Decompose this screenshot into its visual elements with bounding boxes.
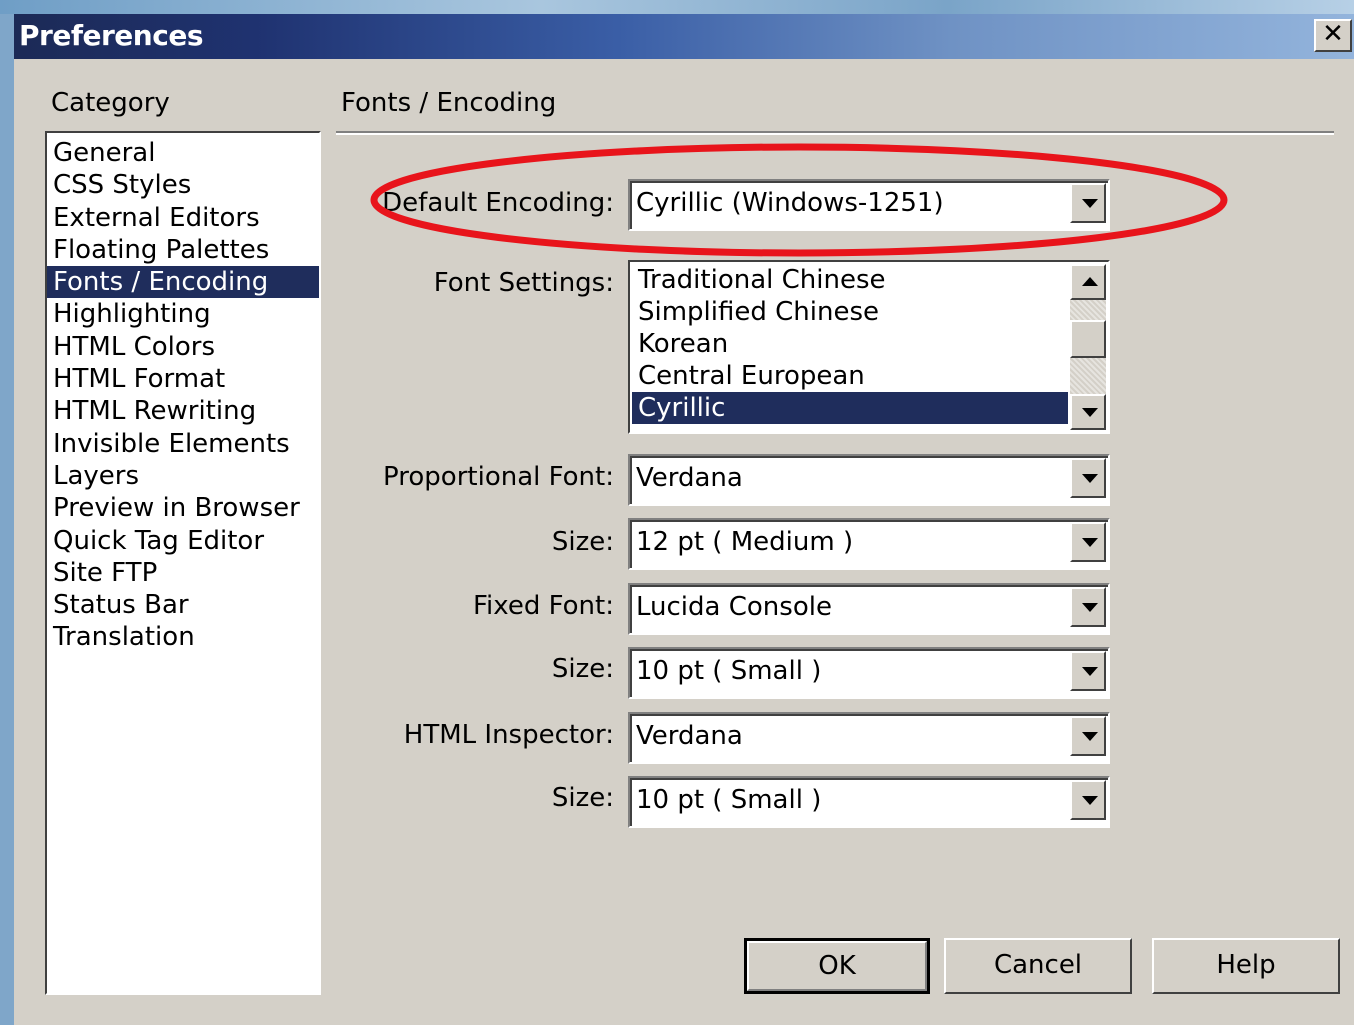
category-item-html-colors[interactable]: HTML Colors (47, 331, 319, 363)
category-item-translation[interactable]: Translation (47, 621, 319, 653)
chevron-down-icon (1082, 732, 1098, 741)
category-item-site-ftp[interactable]: Site FTP (47, 557, 319, 589)
ok-button-label: OK (747, 941, 927, 991)
fixed-font-dropdown-button[interactable] (1070, 587, 1106, 627)
chevron-down-icon (1082, 474, 1098, 483)
fixed-font-label: Fixed Font: (472, 591, 614, 621)
category-label: Category (51, 88, 170, 118)
font-settings-item-simplified-chinese[interactable]: Simplified Chinese (632, 296, 1068, 328)
font-settings-label: Font Settings: (433, 268, 614, 298)
font-settings-item-korean[interactable]: Korean (632, 328, 1068, 360)
section-divider (336, 131, 1334, 135)
category-item-invisible-elements[interactable]: Invisible Elements (47, 428, 319, 460)
html-inspector-select[interactable]: Verdana (628, 712, 1110, 764)
fixed-font-value: Lucida Console (636, 592, 832, 622)
font-settings-item-traditional-chinese[interactable]: Traditional Chinese (632, 264, 1068, 296)
category-list[interactable]: General CSS Styles External Editors Floa… (45, 131, 321, 995)
fixed-size-value: 10 pt ( Small ) (636, 656, 822, 686)
close-icon: ✕ (1322, 19, 1344, 49)
ok-button[interactable]: OK (744, 938, 930, 994)
default-encoding-value: Cyrillic (Windows-1251) (636, 188, 944, 218)
category-item-html-format[interactable]: HTML Format (47, 363, 319, 395)
preferences-dialog: Preferences ✕ Category Fonts / Encoding … (14, 14, 1354, 1025)
inspector-size-value: 10 pt ( Small ) (636, 785, 822, 815)
chevron-down-icon (1082, 603, 1098, 612)
chevron-down-icon (1082, 199, 1098, 208)
inspector-size-dropdown-button[interactable] (1070, 780, 1106, 820)
fixed-size-select[interactable]: 10 pt ( Small ) (628, 647, 1110, 699)
window-title: Preferences (19, 19, 203, 52)
section-title: Fonts / Encoding (341, 88, 557, 118)
default-encoding-label: Default Encoding: (382, 188, 614, 218)
category-item-highlighting[interactable]: Highlighting (47, 298, 319, 330)
html-inspector-label: HTML Inspector: (403, 720, 614, 750)
scroll-down-button[interactable] (1070, 394, 1106, 430)
proportional-font-value: Verdana (636, 463, 743, 493)
chevron-down-icon (1082, 796, 1098, 805)
arrow-up-icon (1082, 277, 1098, 286)
proportional-size-label: Size: (551, 527, 614, 557)
font-settings-item-central-european[interactable]: Central European (632, 360, 1068, 392)
category-item-preview-in-browser[interactable]: Preview in Browser (47, 492, 319, 524)
font-settings-item-cyrillic[interactable]: Cyrillic (632, 392, 1068, 424)
arrow-down-icon (1082, 408, 1098, 417)
proportional-size-value: 12 pt ( Medium ) (636, 527, 854, 557)
proportional-font-dropdown-button[interactable] (1070, 458, 1106, 498)
proportional-font-label: Proportional Font: (383, 462, 614, 492)
default-encoding-select[interactable]: Cyrillic (Windows-1251) (628, 179, 1110, 231)
category-item-general[interactable]: General (47, 137, 319, 169)
category-item-html-rewriting[interactable]: HTML Rewriting (47, 395, 319, 427)
font-settings-scrollbar[interactable] (1070, 264, 1106, 430)
chevron-down-icon (1082, 667, 1098, 676)
fixed-size-label: Size: (551, 654, 614, 684)
help-button[interactable]: Help (1152, 938, 1340, 994)
proportional-size-dropdown-button[interactable] (1070, 522, 1106, 562)
category-item-floating-palettes[interactable]: Floating Palettes (47, 234, 319, 266)
scroll-up-button[interactable] (1070, 264, 1106, 300)
font-settings-list[interactable]: Traditional Chinese Simplified Chinese K… (628, 260, 1110, 434)
proportional-font-select[interactable]: Verdana (628, 454, 1110, 506)
scroll-thumb[interactable] (1070, 320, 1106, 358)
close-button[interactable]: ✕ (1314, 19, 1352, 52)
title-bar[interactable]: Preferences ✕ (14, 14, 1354, 59)
cancel-button[interactable]: Cancel (944, 938, 1132, 994)
html-inspector-value: Verdana (636, 721, 743, 751)
inspector-size-select[interactable]: 10 pt ( Small ) (628, 776, 1110, 828)
default-encoding-dropdown-button[interactable] (1070, 183, 1106, 223)
fixed-size-dropdown-button[interactable] (1070, 651, 1106, 691)
desktop-background (0, 0, 1354, 14)
proportional-size-select[interactable]: 12 pt ( Medium ) (628, 518, 1110, 570)
inspector-size-label: Size: (551, 783, 614, 813)
fixed-font-select[interactable]: Lucida Console (628, 583, 1110, 635)
chevron-down-icon (1082, 538, 1098, 547)
html-inspector-dropdown-button[interactable] (1070, 716, 1106, 756)
